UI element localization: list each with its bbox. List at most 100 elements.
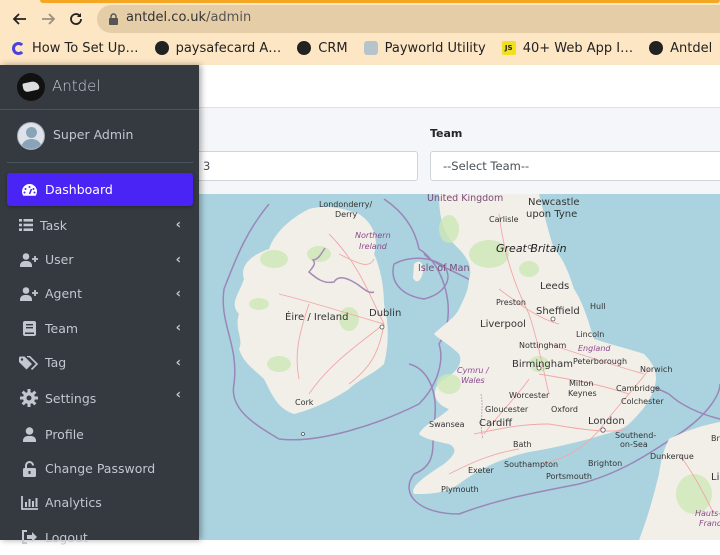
book-icon xyxy=(18,320,40,336)
bookmark-how-to-set-up[interactable]: How To Set Up… xyxy=(12,41,139,56)
sidebar: Antdel Super Admin Dashboard Task ‹ User… xyxy=(0,65,199,545)
bookmark-label: Payworld Utility xyxy=(384,40,486,56)
map-label: Br xyxy=(711,434,720,443)
sidebar-menu: Dashboard Task ‹ User ‹ Agent ‹ Team ‹ T… xyxy=(0,173,199,555)
chevron-left-icon: ‹ xyxy=(175,252,181,268)
sidebar-item-team[interactable]: Team ‹ xyxy=(7,311,193,345)
lock-icon xyxy=(109,13,118,25)
sidebar-item-settings[interactable]: Settings ‹ xyxy=(7,380,193,417)
brand-link[interactable]: Antdel xyxy=(0,65,199,110)
map-label: Hull xyxy=(590,302,606,311)
map-label: Plymouth xyxy=(441,485,479,494)
team-select-value: --Select Team-- xyxy=(443,159,530,173)
sidebar-item-label: Team xyxy=(45,320,79,336)
tachometer-icon xyxy=(18,183,40,197)
bookmark-web-app[interactable]: JS 40+ Web App I… xyxy=(501,41,633,56)
map-label: Derry xyxy=(335,210,358,219)
map-label: Éire / Ireland xyxy=(285,312,349,323)
globe-icon xyxy=(154,41,169,55)
main-content: 3 Team --Select Team-- United Kingdom Lo… xyxy=(169,65,720,540)
avatar xyxy=(17,122,45,150)
jar-icon xyxy=(363,41,378,55)
sidebar-item-label: Agent xyxy=(45,286,82,302)
sidebar-item-task[interactable]: Task ‹ xyxy=(7,208,193,242)
sidebar-item-label: Task xyxy=(40,217,67,233)
map-label: Exeter xyxy=(468,466,494,475)
address-bar[interactable]: antdel.co.uk/admin xyxy=(97,5,720,33)
bookmark-paysafecard[interactable]: paysafecard A… xyxy=(154,41,281,56)
reload-button[interactable] xyxy=(64,7,88,31)
reload-icon xyxy=(70,13,82,25)
sidebar-item-change-password[interactable]: Change Password xyxy=(7,451,193,485)
sidebar-item-profile[interactable]: Profile xyxy=(7,417,193,451)
bookmark-label: Antdel xyxy=(670,40,713,56)
unlock-icon xyxy=(18,460,40,477)
map-label: Lincoln xyxy=(576,330,605,339)
sidebar-item-label: Settings xyxy=(45,390,97,406)
map-label: Dunkerque xyxy=(650,452,694,461)
map-label: Birmingham xyxy=(512,359,573,370)
map-label: Ireland xyxy=(359,242,387,251)
filter-panel: 3 Team --Select Team-- xyxy=(169,109,720,194)
map-label: on-Sea xyxy=(620,440,648,449)
map-label: Preston xyxy=(496,298,526,307)
back-button[interactable] xyxy=(8,7,32,31)
js-icon: JS xyxy=(501,41,516,55)
forward-button[interactable] xyxy=(36,7,60,31)
user-plus-icon xyxy=(18,287,40,301)
map-label: Nottingham xyxy=(519,341,567,350)
sidebar-item-dashboard[interactable]: Dashboard xyxy=(7,173,193,206)
user-name: Super Admin xyxy=(53,127,134,142)
sidebar-item-logout[interactable]: Logout xyxy=(7,520,193,554)
bookmark-label: How To Set Up… xyxy=(32,40,139,56)
map-label: Carlisle xyxy=(489,215,519,224)
filter-input[interactable]: 3 xyxy=(169,151,418,181)
map-label: Cambridge xyxy=(616,384,660,393)
map-label: Dublin xyxy=(369,308,402,319)
brand-logo xyxy=(17,73,45,101)
sidebar-item-analytics[interactable]: Analytics xyxy=(7,486,193,520)
browser-nav-row: antdel.co.uk/admin xyxy=(0,5,720,33)
chevron-left-icon: ‹ xyxy=(175,355,181,371)
sidebar-item-label: Dashboard xyxy=(45,182,113,197)
sidebar-item-agent[interactable]: Agent ‹ xyxy=(7,277,193,311)
sidebar-item-tag[interactable]: Tag ‹ xyxy=(7,346,193,380)
user-plus-icon xyxy=(18,252,40,267)
sidebar-item-label: Analytics xyxy=(45,495,102,511)
url-path: /admin xyxy=(206,10,252,25)
map-label: Isle of Man xyxy=(418,263,470,274)
map-label: Gloucester xyxy=(485,405,529,414)
map-label: Southampton xyxy=(504,460,559,469)
map-label: Lil xyxy=(711,472,720,483)
map-label: Cymru / xyxy=(457,366,489,375)
url-host: antdel.co.uk xyxy=(126,10,207,25)
map-label: Leeds xyxy=(540,281,570,292)
spinner-icon xyxy=(12,41,25,55)
map[interactable]: United Kingdom Londonderry/ Derry Northe… xyxy=(199,194,720,540)
active-tab-indicator xyxy=(40,0,720,3)
map-label: Great Britain xyxy=(496,242,567,255)
map-label: Brighton xyxy=(588,459,623,468)
arrow-right-icon xyxy=(42,13,56,25)
browser-chrome: antdel.co.uk/admin How To Set Up… paysaf… xyxy=(0,0,720,65)
map-label: Milton xyxy=(569,379,594,388)
map-label: Oxford xyxy=(551,405,578,414)
user-panel[interactable]: Super Admin xyxy=(7,110,193,163)
sidebar-item-label: Logout xyxy=(45,529,88,545)
globe-icon xyxy=(297,41,312,55)
filter-input-value: 3 xyxy=(203,159,211,173)
map-label: Colchester xyxy=(621,397,664,406)
globe-icon xyxy=(649,41,664,55)
bookmark-payworld[interactable]: Payworld Utility xyxy=(363,40,486,56)
team-select[interactable]: --Select Team-- xyxy=(430,151,720,181)
map-label: Worcester xyxy=(509,391,550,400)
map-label: Norwich xyxy=(640,365,673,374)
bookmark-antdel[interactable]: Antdel xyxy=(649,41,712,56)
url-text[interactable]: antdel.co.uk/admin xyxy=(126,10,251,25)
sidebar-item-user[interactable]: User ‹ xyxy=(7,242,193,276)
map-label: Swansea xyxy=(429,420,465,429)
bookmark-crm[interactable]: CRM xyxy=(297,41,348,56)
sidebar-item-label: User xyxy=(45,252,74,268)
gear-icon xyxy=(18,389,40,408)
map-label: Cork xyxy=(295,398,314,407)
